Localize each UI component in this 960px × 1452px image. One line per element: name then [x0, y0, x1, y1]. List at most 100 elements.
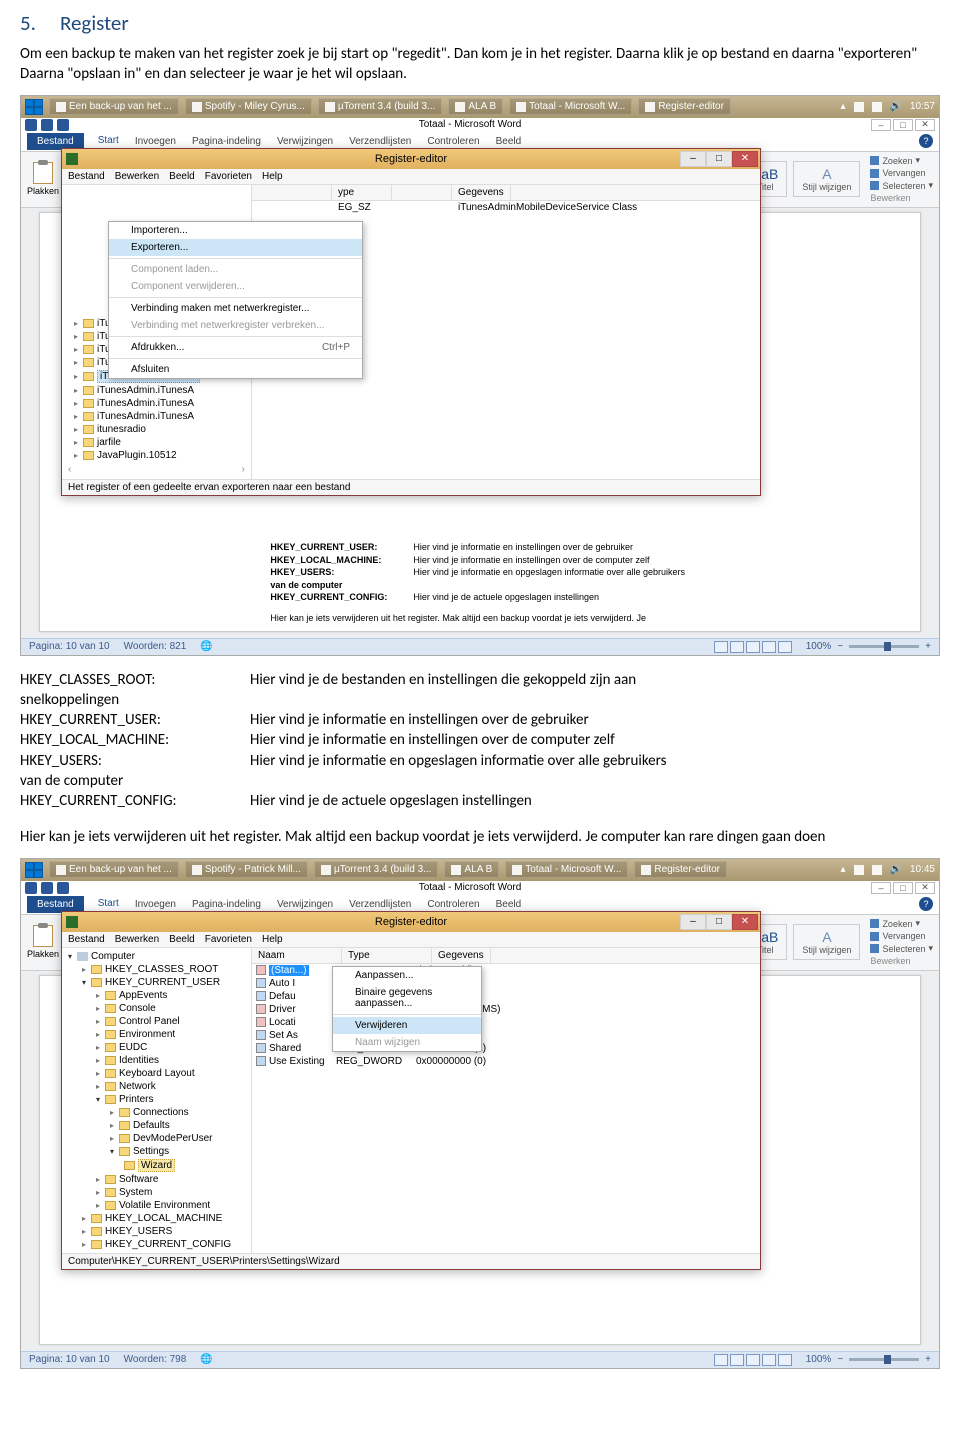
menu-item[interactable]: Aanpassen... — [333, 967, 481, 984]
menu-item[interactable]: Favorieten — [205, 934, 252, 945]
taskbar-item[interactable]: Totaal - Microsoft W... — [505, 861, 628, 878]
tree-node[interactable]: DevModePerUser — [106, 1132, 249, 1145]
tree-node[interactable]: AppEvents — [92, 989, 249, 1002]
taskbar-item[interactable]: Een back-up van het ... — [49, 98, 179, 115]
view-icons[interactable] — [714, 641, 792, 653]
value-row[interactable]: Locati 2 (2) — [252, 1016, 760, 1029]
taskbar-item[interactable]: Totaal - Microsoft W... — [509, 98, 632, 115]
tree-node[interactable]: itunesradio — [64, 423, 249, 436]
menu-item[interactable]: Bestand — [68, 171, 105, 182]
tree-node[interactable]: HKEY_LOCAL_MACHINE — [78, 1212, 249, 1225]
find-button[interactable]: Zoeken ▾ — [870, 918, 933, 929]
taskbar-item[interactable]: µTorrent 3.4 (build 3... — [314, 861, 438, 878]
menu-item[interactable]: Afdrukken...Ctrl+P — [109, 339, 362, 356]
zoom-slider[interactable]: 100%−+ — [806, 641, 931, 652]
close-button[interactable]: ✕ — [732, 914, 758, 930]
taskbar-item[interactable]: Register-editor — [638, 98, 731, 115]
tree-node[interactable]: System — [92, 1186, 249, 1199]
select-button[interactable]: Selecteren ▾ — [870, 180, 933, 191]
tree-node[interactable]: Wizard — [120, 1158, 249, 1173]
tree-node[interactable]: EUDC — [92, 1041, 249, 1054]
help-icon[interactable]: ? — [919, 134, 933, 148]
close-button[interactable]: ✕ — [732, 151, 758, 167]
start-button[interactable] — [25, 99, 43, 115]
maximize-button[interactable]: □ — [706, 914, 732, 930]
value-row[interactable]: Driver Printer 5310n (MS) — [252, 1003, 760, 1016]
value-row[interactable]: Auto I (1) — [252, 977, 760, 990]
maximize-button[interactable]: □ — [706, 151, 732, 167]
menu-item[interactable]: Component laden... — [109, 261, 362, 278]
tree-node[interactable]: Printers — [92, 1093, 249, 1106]
taskbar-item[interactable]: Spotify - Patrick Mill... — [185, 861, 308, 878]
tree-node[interactable]: Console — [92, 1002, 249, 1015]
value-row[interactable]: Shared REG_DWORD 0x00000001 (1) — [252, 1042, 760, 1055]
registry-tree[interactable]: ComputerHKEY_CLASSES_ROOTHKEY_CURRENT_US… — [62, 948, 252, 1253]
menu-item[interactable]: Beeld — [169, 171, 195, 182]
tree-node[interactable]: Software — [92, 1173, 249, 1186]
tree-node[interactable]: Connections — [106, 1106, 249, 1119]
value-row[interactable]: Use Existing REG_DWORD 0x00000000 (0) — [252, 1055, 760, 1068]
tree-node[interactable]: HKEY_CLASSES_ROOT — [78, 963, 249, 976]
start-button[interactable] — [25, 862, 43, 878]
menu-item[interactable]: Bewerken — [115, 934, 159, 945]
menu-item[interactable]: Verbinding met netwerkregister verbreken… — [109, 317, 362, 334]
find-button[interactable]: Zoeken ▾ — [870, 155, 933, 166]
minimize-button[interactable]: – — [680, 914, 706, 930]
tree-node[interactable]: jarfile — [64, 436, 249, 449]
select-button[interactable]: Selecteren ▾ — [870, 943, 933, 954]
tree-node[interactable]: Defaults — [106, 1119, 249, 1132]
paste-button[interactable]: Plakken — [27, 162, 59, 196]
menu-item[interactable]: Component verwijderen... — [109, 278, 362, 295]
menu-item[interactable]: Afsluiten — [109, 361, 362, 378]
help-icon[interactable]: ? — [919, 897, 933, 911]
menu-item[interactable]: Binaire gegevens aanpassen... — [333, 984, 481, 1012]
window-controls[interactable]: –□✕ — [871, 882, 935, 894]
zoom-slider[interactable]: 100%−+ — [806, 1354, 931, 1365]
tree-node[interactable]: Environment — [92, 1028, 249, 1041]
tree-node[interactable]: iTunesAdmin.iTunesA — [64, 384, 249, 397]
tree-node[interactable]: iTunesAdmin.iTunesA — [64, 397, 249, 410]
paste-button[interactable]: Plakken — [27, 925, 59, 959]
registry-values-list[interactable]: Naam Type Gegevens (Stan...) de ingestel… — [252, 948, 760, 1253]
taskbar-item[interactable]: ALA B — [448, 98, 503, 115]
tree-node[interactable]: iTunesAdmin.iTunesA — [64, 410, 249, 423]
menu-item[interactable]: Favorieten — [205, 171, 252, 182]
tree-node[interactable]: Identities — [92, 1054, 249, 1067]
tree-node[interactable]: Settings — [106, 1145, 249, 1158]
tree-node[interactable]: Volatile Environment — [92, 1199, 249, 1212]
menu-item[interactable]: Bestand — [68, 934, 105, 945]
value-row[interactable]: (Stan...) de ingesteld) — [252, 964, 760, 977]
tree-node[interactable]: Network — [92, 1080, 249, 1093]
tree-node[interactable]: JavaPlugin.10512 — [64, 449, 249, 462]
tree-node[interactable]: HKEY_USERS — [78, 1225, 249, 1238]
menu-item[interactable]: Importeren... — [109, 222, 362, 239]
language-icon[interactable]: 🌐 — [200, 1354, 212, 1365]
menu-item[interactable]: Bewerken — [115, 171, 159, 182]
menu-item[interactable]: Beeld — [169, 934, 195, 945]
menu-item[interactable]: Help — [262, 934, 283, 945]
tree-node[interactable]: Control Panel — [92, 1015, 249, 1028]
menu-item[interactable]: Help — [262, 171, 283, 182]
tree-node[interactable]: Keyboard Layout — [92, 1067, 249, 1080]
quick-access-toolbar[interactable] — [25, 119, 69, 131]
taskbar-item[interactable]: µTorrent 3.4 (build 3... — [318, 98, 442, 115]
quick-access-toolbar[interactable] — [25, 882, 69, 894]
menu-item[interactable]: Exporteren... — [109, 239, 362, 256]
menu-item[interactable]: Naam wijzigen — [333, 1034, 481, 1051]
window-controls[interactable]: –□✕ — [871, 119, 935, 131]
replace-button[interactable]: Vervangen — [870, 168, 933, 178]
menu-item[interactable]: Verwijderen — [333, 1017, 481, 1034]
menu-item[interactable]: Verbinding maken met netwerkregister... — [109, 300, 362, 317]
taskbar-item[interactable]: Register-editor — [634, 861, 727, 878]
tree-root[interactable]: Computer — [64, 950, 249, 963]
replace-button[interactable]: Vervangen — [870, 931, 933, 941]
value-row[interactable]: Defau (512) — [252, 990, 760, 1003]
regedit-window-controls[interactable]: – □ ✕ — [680, 914, 758, 930]
taskbar-item[interactable]: Spotify - Miley Cyrus... — [185, 98, 312, 115]
language-icon[interactable]: 🌐 — [200, 641, 212, 652]
taskbar-item[interactable]: ALA B — [444, 861, 499, 878]
value-row[interactable]: Set As (1) — [252, 1029, 760, 1042]
minimize-button[interactable]: – — [680, 151, 706, 167]
regedit-window-controls[interactable]: – □ ✕ — [680, 151, 758, 167]
taskbar-item[interactable]: Een back-up van het ... — [49, 861, 179, 878]
